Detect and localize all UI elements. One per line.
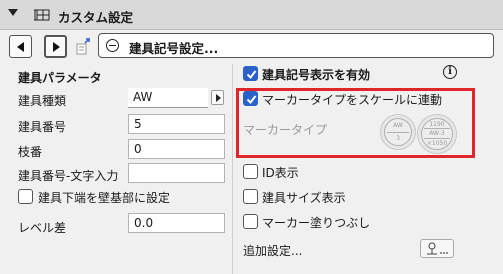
marker-type-option-b[interactable]: 1190 AW-3 ×1050 xyxy=(417,114,457,154)
marker-type-option-a[interactable]: AW 3 xyxy=(380,114,416,150)
link-marker-scale-label[interactable]: マーカータイプをスケールに連動 xyxy=(262,91,442,108)
door-number-text-field[interactable] xyxy=(128,163,225,183)
panel-title: カスタム設定 xyxy=(58,10,134,25)
pin-settings-icon xyxy=(427,242,448,255)
branch-number-field[interactable]: 0 xyxy=(128,139,225,159)
selector-label: 建具記号設定... xyxy=(129,41,219,56)
wall-base-label[interactable]: 建具下端を壁基部に設定 xyxy=(38,189,170,206)
marker-fill-label[interactable]: マーカー塗りつぶし xyxy=(262,214,370,231)
panel-divider xyxy=(232,64,233,274)
link-marker-scale-checkbox[interactable] xyxy=(243,91,258,106)
marker-fill-checkbox[interactable] xyxy=(243,214,258,229)
door-number-field[interactable]: 5 xyxy=(128,114,225,134)
marker-a-top: AW xyxy=(393,122,403,129)
minus-circle-icon xyxy=(106,39,119,52)
door-number-text-label: 建具番号-文字入力 xyxy=(18,169,119,183)
triangle-down-icon[interactable] xyxy=(8,9,18,16)
settings-transfer-icon[interactable] xyxy=(76,37,92,55)
marker-b-bottom: ×1050 xyxy=(426,140,448,147)
check-icon xyxy=(246,70,257,80)
door-type-field[interactable]: AW xyxy=(128,88,208,108)
enable-symbol-checkbox[interactable] xyxy=(243,66,258,81)
door-number-label: 建具番号 xyxy=(18,120,67,134)
dimension-grid-icon xyxy=(34,9,50,21)
level-offset-field[interactable]: 0.0 xyxy=(128,213,225,233)
marker-b-middle: AW-3 xyxy=(429,130,445,137)
triangle-left-icon xyxy=(17,42,24,52)
check-icon xyxy=(246,95,257,105)
marker-type-label: マーカータイプ xyxy=(243,123,328,137)
branch-number-label: 枝番 xyxy=(18,145,43,159)
next-button[interactable] xyxy=(44,35,67,58)
id-display-checkbox[interactable] xyxy=(243,164,258,179)
level-offset-label: レベル差 xyxy=(18,221,67,235)
wall-base-checkbox[interactable] xyxy=(18,189,33,204)
enable-symbol-label[interactable]: 建具記号表示を有効 xyxy=(262,66,370,83)
door-type-dropdown-button[interactable] xyxy=(211,90,224,105)
triangle-right-icon xyxy=(53,42,60,52)
door-type-label: 建具種類 xyxy=(18,94,67,108)
additional-settings-label: 追加設定... xyxy=(243,244,303,258)
id-display-label[interactable]: ID表示 xyxy=(262,164,299,181)
additional-settings-button[interactable] xyxy=(420,239,454,258)
info-icon[interactable]: i xyxy=(443,65,457,79)
marker-b-top: 1190 xyxy=(429,121,445,128)
marker-a-bottom: 3 xyxy=(396,135,400,142)
section-title: 建具パラメータ xyxy=(18,71,102,85)
size-display-checkbox[interactable] xyxy=(243,189,258,204)
door-symbol-settings-selector[interactable]: 建具記号設定... xyxy=(98,33,494,58)
size-display-label[interactable]: 建具サイズ表示 xyxy=(262,189,346,206)
prev-button[interactable] xyxy=(9,35,32,58)
